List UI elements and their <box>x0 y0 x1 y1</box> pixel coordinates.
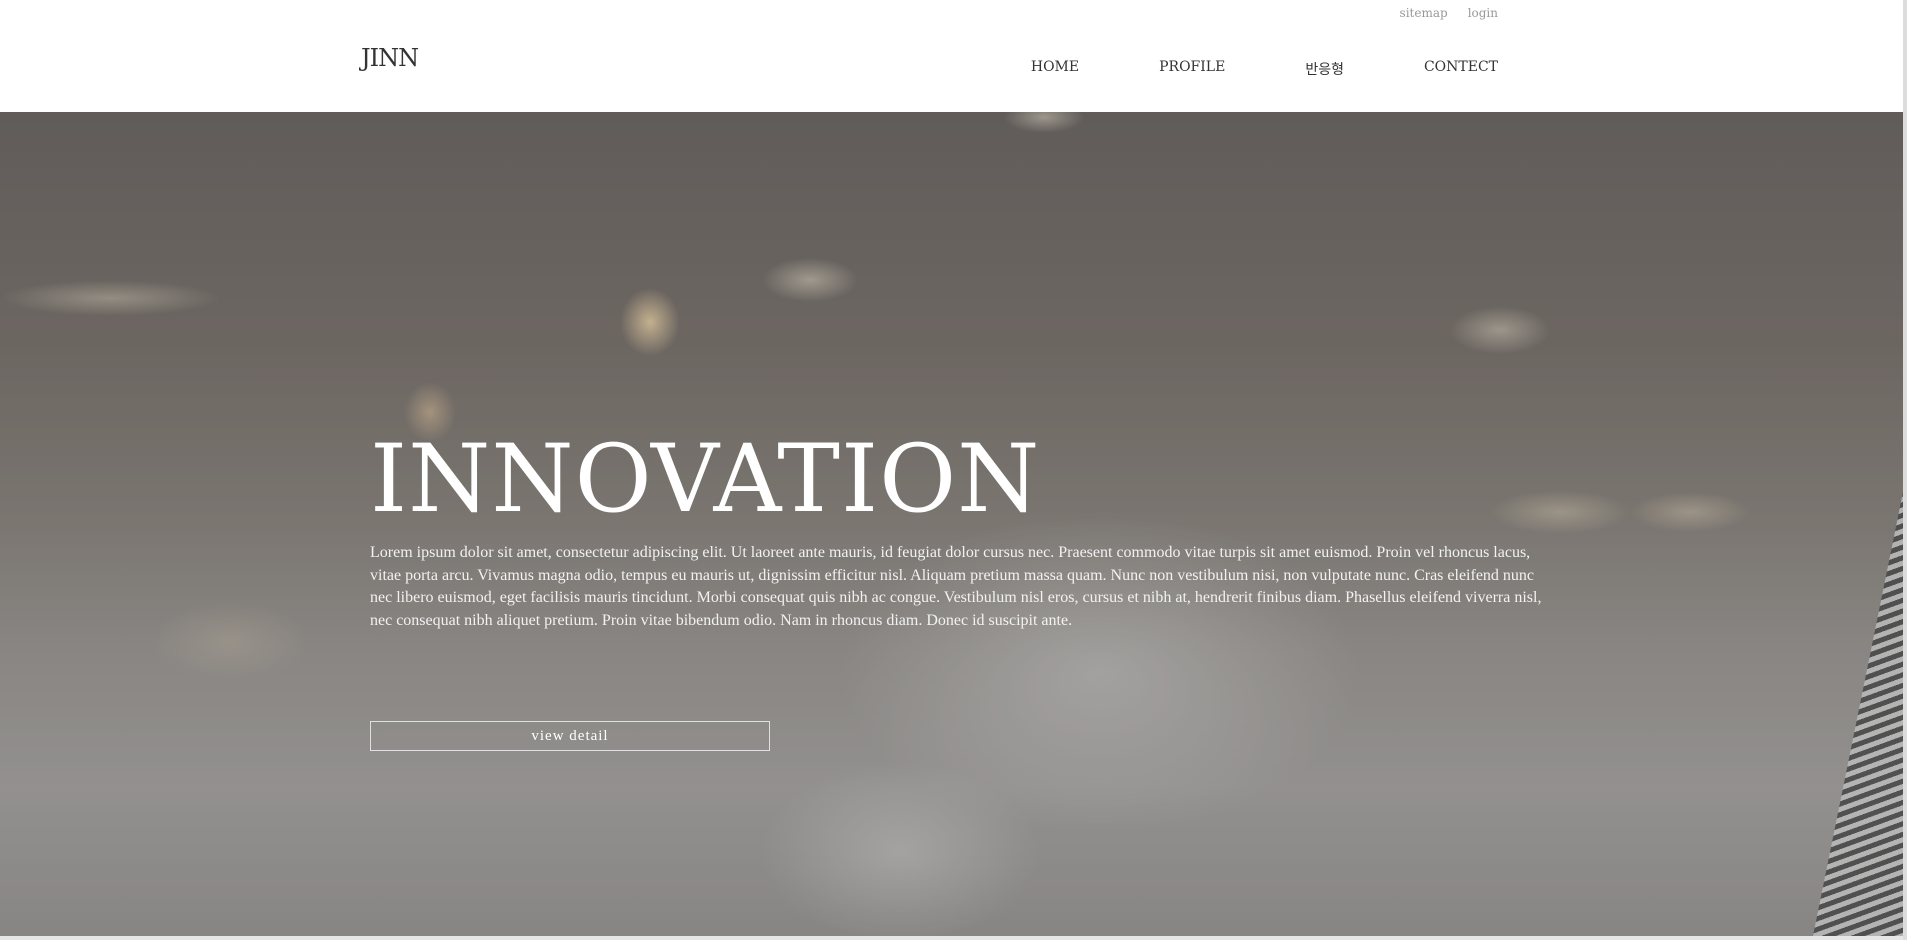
hero-section: INNOVATION Lorem ipsum dolor sit amet, c… <box>0 112 1903 936</box>
nav-item-contact[interactable]: CONTECT <box>1424 59 1498 79</box>
utility-links: sitemap login <box>1400 6 1498 20</box>
page: sitemap login JINN HOME PROFILE 반응형 CONT… <box>0 0 1907 940</box>
hero-content: INNOVATION Lorem ipsum dolor sit amet, c… <box>370 430 1560 632</box>
site-header: sitemap login JINN HOME PROFILE 반응형 CONT… <box>0 0 1903 112</box>
nav-item-profile[interactable]: PROFILE <box>1159 59 1225 79</box>
scrollbar[interactable] <box>1903 0 1907 940</box>
hero-title: INNOVATION <box>370 425 1041 534</box>
nav-item-responsive[interactable]: 반응형 <box>1305 59 1344 79</box>
sitemap-link[interactable]: sitemap <box>1400 6 1448 20</box>
view-detail-button[interactable]: view detail <box>370 721 770 751</box>
site-logo[interactable]: JINN <box>361 44 419 72</box>
bottom-divider <box>0 936 1903 940</box>
nav-item-home[interactable]: HOME <box>1031 59 1079 79</box>
hero-description: Lorem ipsum dolor sit amet, consectetur … <box>370 544 1542 629</box>
main-nav: HOME PROFILE 반응형 CONTECT <box>1031 59 1498 79</box>
login-link[interactable]: login <box>1468 6 1498 20</box>
